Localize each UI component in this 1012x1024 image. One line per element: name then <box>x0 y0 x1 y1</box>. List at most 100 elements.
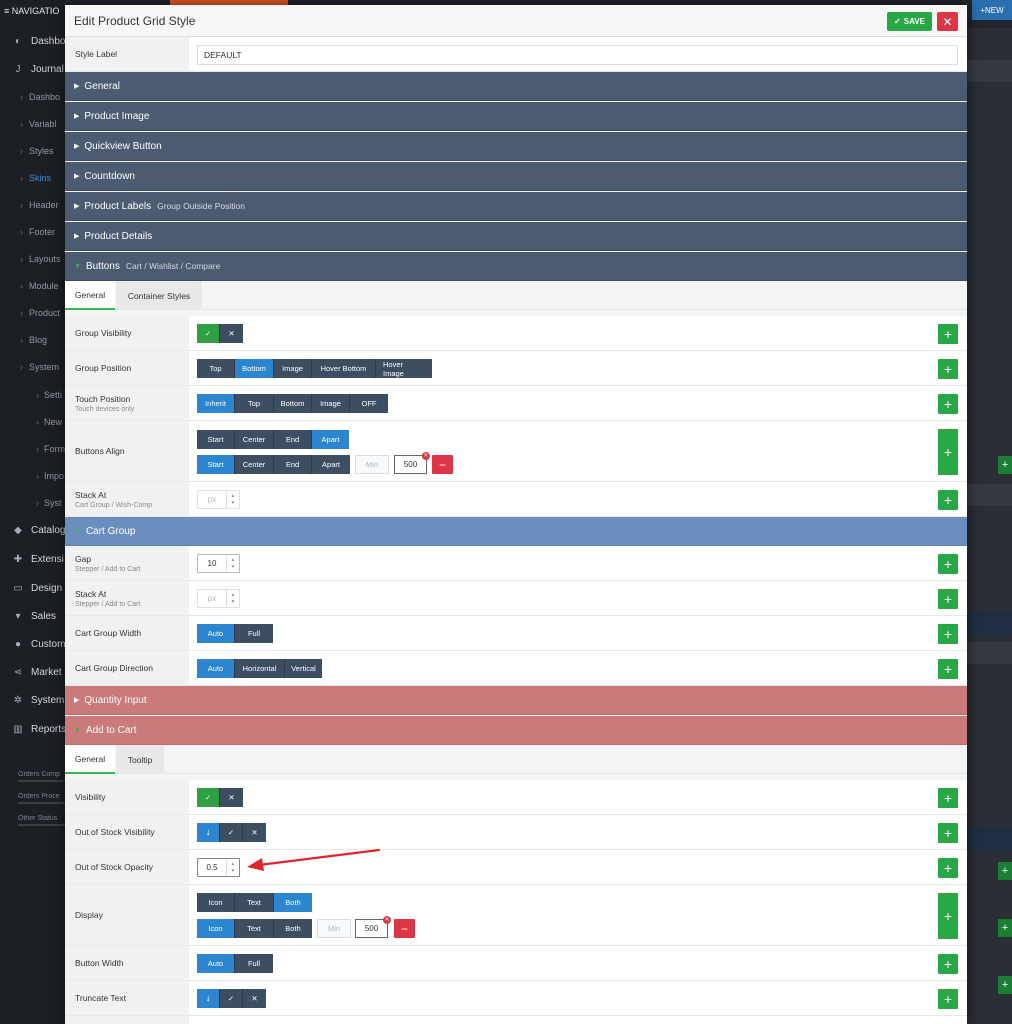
sidebar-item-layouts[interactable]: Layouts <box>0 245 66 272</box>
check-icon[interactable]: ✓ <box>197 788 220 807</box>
add-button[interactable]: + <box>938 954 958 974</box>
sidebar-item-blog[interactable]: Blog <box>0 326 66 353</box>
section-buttons[interactable]: ▼ Buttons Cart / Wishlist / Compare <box>65 252 967 281</box>
section-quantity-input[interactable]: ▶ Quantity Input <box>65 686 967 715</box>
save-button[interactable]: ✓ SAVE <box>887 12 932 31</box>
check-icon[interactable]: ✓ <box>220 823 243 842</box>
breakpoint-value[interactable]: 500 ✕ <box>394 452 430 474</box>
cart-group-direction-option-auto[interactable]: Auto <box>197 659 235 678</box>
sidebar-item-product[interactable]: Product <box>0 299 66 326</box>
touch-position-option-off[interactable]: OFF <box>350 394 388 413</box>
cart-group-width-option-auto[interactable]: Auto <box>197 624 235 643</box>
buttons-align-option-apart[interactable]: Apart <box>312 430 349 449</box>
section-product-labels[interactable]: ▶ Product Labels Group Outside Position <box>65 192 967 221</box>
stack-at-input[interactable]: px ▲ ▼ <box>197 490 240 509</box>
sidebar-item-market[interactable]: ⋖ Market <box>0 659 66 686</box>
min-breakpoint-input[interactable]: Min <box>317 919 351 938</box>
sidebar-item-skins[interactable]: Skins <box>0 164 66 191</box>
add-button[interactable]: + <box>938 659 958 679</box>
buttons-align-responsive-option-apart[interactable]: Apart <box>312 455 350 474</box>
out-of-stock-opacity-input[interactable]: 0.5 ▲ ▼ <box>197 858 240 877</box>
sidebar-item-reports[interactable]: ▥ Reports <box>0 716 66 743</box>
sidebar-item-new[interactable]: New <box>0 408 66 435</box>
check-icon[interactable]: ✓ <box>220 989 243 1008</box>
sidebar-item-dashbo[interactable]: Dashbo <box>0 83 66 110</box>
group-position-option-top[interactable]: Top <box>197 359 235 378</box>
remove-breakpoint-button[interactable]: − <box>394 919 415 938</box>
button-width-option-full[interactable]: Full <box>235 954 273 973</box>
tab-general[interactable]: General <box>65 281 115 310</box>
section-general[interactable]: ▶ General <box>65 72 967 101</box>
sidebar-item-catalog[interactable]: ◆ Catalog <box>0 517 66 544</box>
stepper-icon[interactable]: ▲ ▼ <box>226 590 239 607</box>
add-button[interactable]: + <box>938 429 958 475</box>
touch-position-option-top[interactable]: Top <box>235 394 274 413</box>
style-label-input[interactable]: DEFAULT <box>197 45 958 65</box>
sidebar-item-system[interactable]: System <box>0 353 66 380</box>
check-icon[interactable]: ✓ <box>197 324 220 343</box>
button-width-option-auto[interactable]: Auto <box>197 954 235 973</box>
add-button[interactable]: + <box>938 554 958 574</box>
display-option-both[interactable]: Both <box>274 893 312 912</box>
stepper-icon[interactable]: ▲ ▼ <box>226 555 239 572</box>
buttons-align-responsive-option-center[interactable]: Center <box>235 455 274 474</box>
remove-breakpoint-button[interactable]: − <box>432 455 453 474</box>
buttons-align-responsive-option-end[interactable]: End <box>274 455 312 474</box>
remove-icon[interactable]: ✕ <box>383 916 391 924</box>
add-button[interactable]: + <box>938 788 958 808</box>
display-responsive-option-icon[interactable]: Icon <box>197 919 235 938</box>
buttons-align-option-center[interactable]: Center <box>235 430 274 449</box>
cart-stack-at-input[interactable]: px ▲ ▼ <box>197 589 240 608</box>
breakpoint-value[interactable]: 500 ✕ <box>355 916 391 938</box>
add-button[interactable]: + <box>938 823 958 843</box>
cart-group-width-option-full[interactable]: Full <box>235 624 273 643</box>
sidebar-item-impo[interactable]: Impo <box>0 462 66 489</box>
stepper-icon[interactable]: ▲ ▼ <box>226 491 239 508</box>
tab-general[interactable]: General <box>65 745 115 774</box>
touch-position-option-inherit[interactable]: Inherit <box>197 394 235 413</box>
bg-plus-button[interactable]: + <box>998 919 1012 937</box>
stepper-icon[interactable]: ▲ ▼ <box>226 859 239 876</box>
tab-container-styles[interactable]: Container Styles <box>116 281 202 310</box>
add-button[interactable]: + <box>938 989 958 1009</box>
inherit-down-arrow-icon[interactable]: ⭣ <box>197 823 220 842</box>
bg-plus-button[interactable]: + <box>998 976 1012 994</box>
sidebar-item-header[interactable]: Header <box>0 191 66 218</box>
sidebar-item-design[interactable]: ▭ Design <box>0 575 66 602</box>
sidebar-item-syst[interactable]: Syst <box>0 489 66 516</box>
sidebar-item-footer[interactable]: Footer <box>0 218 66 245</box>
remove-icon[interactable]: ✕ <box>422 452 430 460</box>
section-countdown[interactable]: ▶ Countdown <box>65 162 967 191</box>
group-position-option-hover-image[interactable]: Hover Image <box>376 359 432 378</box>
sidebar-item-dashbo[interactable]: ◐ Dashbo <box>0 28 66 55</box>
touch-position-option-image[interactable]: Image <box>312 394 350 413</box>
sidebar-item-form[interactable]: Form <box>0 435 66 462</box>
cross-icon[interactable]: ✕ <box>220 324 243 343</box>
cart-group-direction-option-vertical[interactable]: Vertical <box>285 659 322 678</box>
add-button[interactable]: + <box>938 589 958 609</box>
section-cart-group[interactable]: ▼ Cart Group <box>65 517 967 546</box>
tab-tooltip[interactable]: Tooltip <box>116 745 164 774</box>
section-product-image[interactable]: ▶ Product Image <box>65 102 967 131</box>
bg-plus-button[interactable]: + <box>998 456 1012 474</box>
display-option-icon[interactable]: Icon <box>197 893 235 912</box>
buttons-align-option-end[interactable]: End <box>274 430 312 449</box>
group-position-option-hover-bottom[interactable]: Hover Bottom <box>312 359 376 378</box>
inherit-down-arrow-icon[interactable]: ⭣ <box>197 989 220 1008</box>
add-button[interactable]: + <box>938 490 958 510</box>
add-button[interactable]: + <box>938 893 958 939</box>
cross-icon[interactable]: ✕ <box>220 788 243 807</box>
section-add-to-cart[interactable]: ▼ Add to Cart <box>65 716 967 745</box>
gap-input[interactable]: 10 ▲ ▼ <box>197 554 240 573</box>
touch-position-option-bottom[interactable]: Bottom <box>274 394 312 413</box>
sidebar-item-system[interactable]: ✲ System <box>0 687 66 714</box>
add-button[interactable]: + <box>938 324 958 344</box>
display-responsive-option-both[interactable]: Both <box>274 919 312 938</box>
group-position-option-image[interactable]: Image <box>274 359 312 378</box>
display-option-text[interactable]: Text <box>235 893 274 912</box>
group-position-option-bottom[interactable]: Bottom <box>235 359 274 378</box>
add-button[interactable]: + <box>938 624 958 644</box>
buttons-align-responsive-option-start[interactable]: Start <box>197 455 235 474</box>
cart-group-direction-option-horizontal[interactable]: Horizontal <box>235 659 285 678</box>
close-button[interactable]: ✕ <box>937 12 958 31</box>
